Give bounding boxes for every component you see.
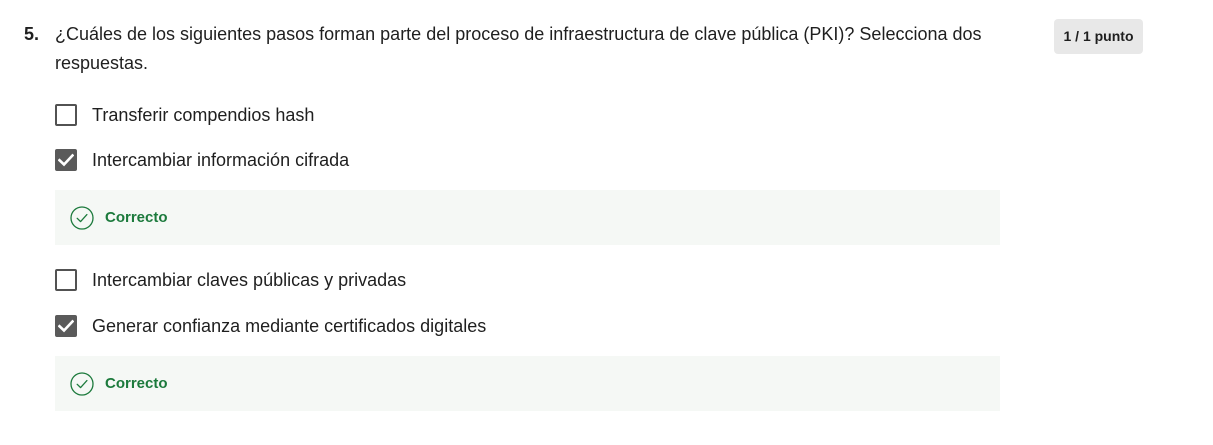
checkbox-unchecked[interactable] xyxy=(55,269,77,291)
checkbox-checked[interactable] xyxy=(55,315,77,337)
checkmark-icon xyxy=(58,153,74,167)
option-label: Intercambiar información cifrada xyxy=(92,150,350,170)
feedback-correct: Correcto xyxy=(55,190,1000,245)
checkbox-unchecked[interactable] xyxy=(55,104,77,126)
check-circle-icon xyxy=(70,371,94,396)
option-transferir-compendios-hash[interactable]: Transferir compendios hash xyxy=(55,103,314,127)
option-label: Generar confianza mediante certificados … xyxy=(92,316,487,336)
checkmark-icon xyxy=(58,319,74,333)
feedback-text: Correcto xyxy=(105,375,168,392)
points-badge: 1 / 1 punto xyxy=(1054,19,1143,54)
check-circle-icon xyxy=(70,205,94,230)
option-intercambiar-informacion-cifrada[interactable]: Intercambiar información cifrada xyxy=(55,148,349,172)
option-generar-confianza-certificados-digitales[interactable]: Generar confianza mediante certificados … xyxy=(55,314,486,338)
question-text: ¿Cuáles de los siguientes pasos forman p… xyxy=(55,24,982,73)
option-label: Intercambiar claves públicas y privadas xyxy=(92,270,407,290)
feedback-correct: Correcto xyxy=(55,356,1000,411)
option-intercambiar-claves-publicas-y-privadas[interactable]: Intercambiar claves públicas y privadas xyxy=(55,268,406,292)
feedback-text: Correcto xyxy=(105,209,168,226)
quiz-question: 5. ¿Cuáles de los siguientes pasos forma… xyxy=(0,0,1213,445)
option-label: Transferir compendios hash xyxy=(92,105,315,125)
checkbox-checked[interactable] xyxy=(55,149,77,171)
question-number: 5. xyxy=(24,24,40,44)
